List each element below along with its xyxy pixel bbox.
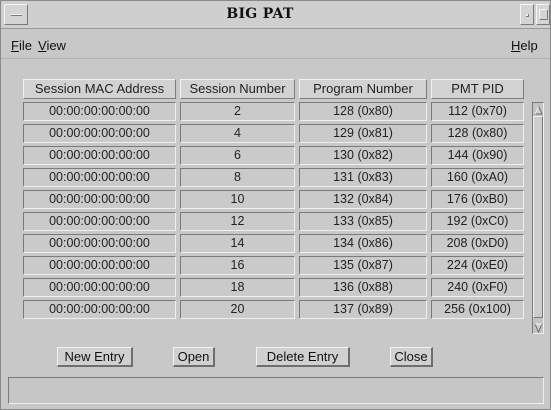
cell-program-number[interactable]: 131 (0x83) [299,168,427,187]
cell-pmt-pid[interactable]: 176 (0xB0) [431,190,524,209]
cell-session-mac-address[interactable]: 00:00:00:00:00:00 [23,300,176,319]
cell-session-number[interactable]: 14 [180,234,295,253]
cell-pmt-pid[interactable]: 112 (0x70) [431,102,524,121]
scroll-down-arrow-svg [534,323,543,334]
close-button[interactable]: Close [390,347,433,367]
cell-pmt-pid[interactable]: 224 (0xE0) [431,256,524,275]
cell-session-number[interactable]: 2 [180,102,295,121]
cell-session-number[interactable]: 20 [180,300,295,319]
big-pat-window: BIG PAT File View Help Session MAC Addre… [0,0,551,410]
cell-session-mac-address[interactable]: 00:00:00:00:00:00 [23,256,176,275]
cell-program-number[interactable]: 130 (0x82) [299,146,427,165]
table-row[interactable]: 00:00:00:00:00:00 8 131 (0x83) 160 (0xA0… [23,168,524,190]
table-vertical-scrollbar[interactable] [532,102,544,334]
table-row[interactable]: 00:00:00:00:00:00 12 133 (0x85) 192 (0xC… [23,212,524,234]
cell-session-mac-address[interactable]: 00:00:00:00:00:00 [23,278,176,297]
menu-view[interactable]: View [38,38,66,53]
cell-program-number[interactable]: 134 (0x86) [299,234,427,253]
new-entry-button[interactable]: New Entry [57,347,133,367]
window-title: BIG PAT [226,6,294,22]
cell-session-mac-address[interactable]: 00:00:00:00:00:00 [23,190,176,209]
cell-session-mac-address[interactable]: 00:00:00:00:00:00 [23,234,176,253]
column-header-session-number[interactable]: Session Number [180,79,295,99]
table-row[interactable]: 00:00:00:00:00:00 2 128 (0x80) 112 (0x70… [23,102,524,124]
cell-program-number[interactable]: 133 (0x85) [299,212,427,231]
cell-program-number[interactable]: 128 (0x80) [299,102,427,121]
window-menu-icon[interactable] [4,4,28,25]
cell-program-number[interactable]: 135 (0x87) [299,256,427,275]
cell-program-number[interactable]: 132 (0x84) [299,190,427,209]
cell-pmt-pid[interactable]: 144 (0x90) [431,146,524,165]
cell-program-number[interactable]: 129 (0x81) [299,124,427,143]
scroll-up-arrow-svg [534,104,543,115]
minimize-icon[interactable] [520,4,534,25]
cell-session-number[interactable]: 8 [180,168,295,187]
cell-session-number[interactable]: 16 [180,256,295,275]
scroll-thumb[interactable] [533,116,543,318]
table-row[interactable]: 00:00:00:00:00:00 10 132 (0x84) 176 (0xB… [23,190,524,212]
title-bar[interactable]: BIG PAT [1,1,550,29]
cell-session-mac-address[interactable]: 00:00:00:00:00:00 [23,124,176,143]
delete-entry-button[interactable]: Delete Entry [256,347,350,367]
minimize-dot [526,14,529,17]
column-header-pmt-pid[interactable]: PMT PID [431,79,524,99]
cell-session-number[interactable]: 12 [180,212,295,231]
window-menu-dash [11,14,22,16]
cell-pmt-pid[interactable]: 240 (0xF0) [431,278,524,297]
cell-session-number[interactable]: 10 [180,190,295,209]
cell-session-mac-address[interactable]: 00:00:00:00:00:00 [23,212,176,231]
cell-pmt-pid[interactable]: 256 (0x100) [431,300,524,319]
cell-program-number[interactable]: 137 (0x89) [299,300,427,319]
table-row[interactable]: 00:00:00:00:00:00 14 134 (0x86) 208 (0xD… [23,234,524,256]
column-header-program-number[interactable]: Program Number [299,79,427,99]
maximize-icon[interactable] [536,4,550,25]
cell-session-mac-address[interactable]: 00:00:00:00:00:00 [23,168,176,187]
cell-pmt-pid[interactable]: 128 (0x80) [431,124,524,143]
cell-pmt-pid[interactable]: 160 (0xA0) [431,168,524,187]
cell-pmt-pid[interactable]: 208 (0xD0) [431,234,524,253]
status-bar [8,377,544,404]
scroll-up-arrow-icon[interactable] [534,104,543,115]
cell-session-mac-address[interactable]: 00:00:00:00:00:00 [23,146,176,165]
table-row[interactable]: 00:00:00:00:00:00 18 136 (0x88) 240 (0xF… [23,278,524,300]
menu-file[interactable]: File [11,38,32,53]
cell-pmt-pid[interactable]: 192 (0xC0) [431,212,524,231]
scroll-down-arrow-icon[interactable] [534,322,543,334]
cell-session-number[interactable]: 4 [180,124,295,143]
cell-session-number[interactable]: 6 [180,146,295,165]
maximize-box [539,9,548,20]
table-row[interactable]: 00:00:00:00:00:00 20 137 (0x89) 256 (0x1… [23,300,524,322]
column-header-session-mac-address[interactable]: Session MAC Address [23,79,176,99]
table-row[interactable]: 00:00:00:00:00:00 6 130 (0x82) 144 (0x90… [23,146,524,168]
table-row[interactable]: 00:00:00:00:00:00 16 135 (0x87) 224 (0xE… [23,256,524,278]
cell-session-mac-address[interactable]: 00:00:00:00:00:00 [23,102,176,121]
menu-bar: File View Help [1,30,550,59]
menu-help[interactable]: Help [511,38,538,53]
open-button[interactable]: Open [173,347,215,367]
cell-session-number[interactable]: 18 [180,278,295,297]
table-row[interactable]: 00:00:00:00:00:00 4 129 (0x81) 128 (0x80… [23,124,524,146]
cell-program-number[interactable]: 136 (0x88) [299,278,427,297]
pat-table: Session MAC Address Session Number Progr… [23,79,544,334]
